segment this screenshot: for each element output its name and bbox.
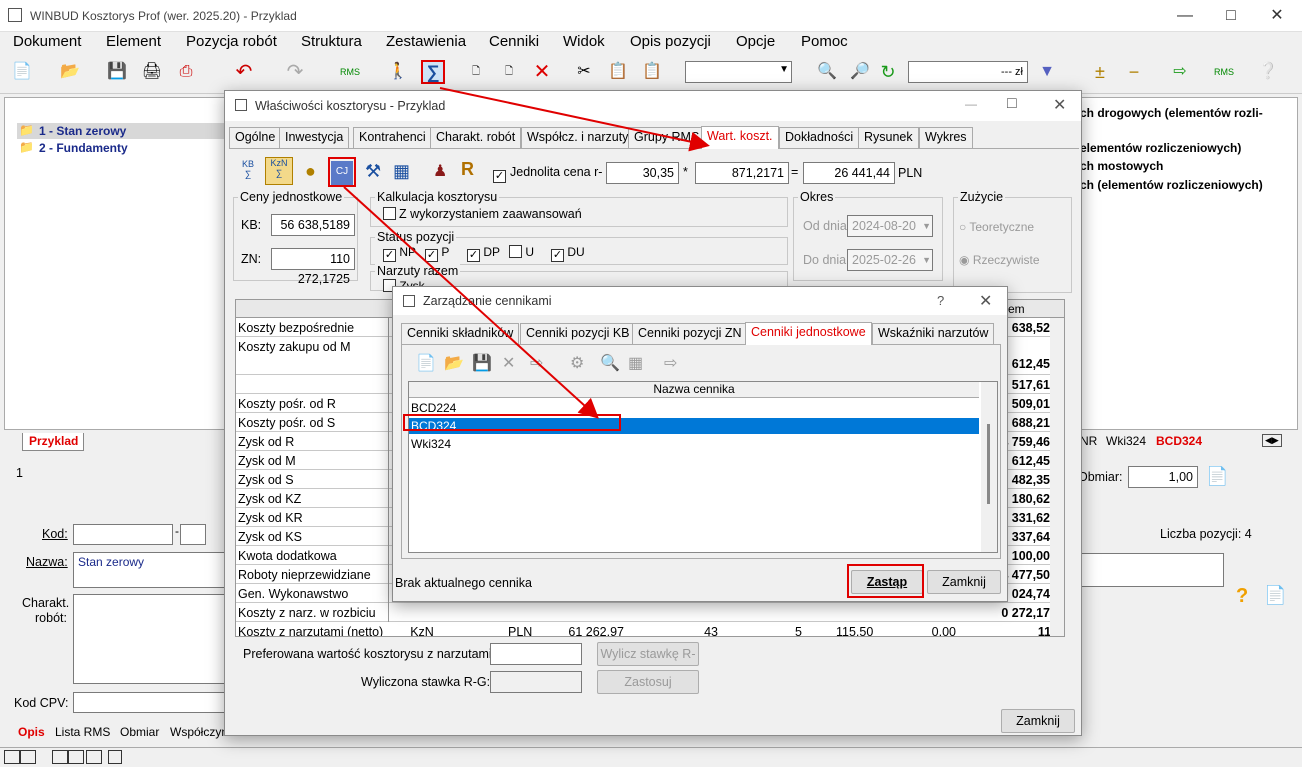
annotation-arrows [343,87,710,419]
annotation-arrow-tab [439,87,710,152]
annotation-arrow-list [343,186,599,419]
